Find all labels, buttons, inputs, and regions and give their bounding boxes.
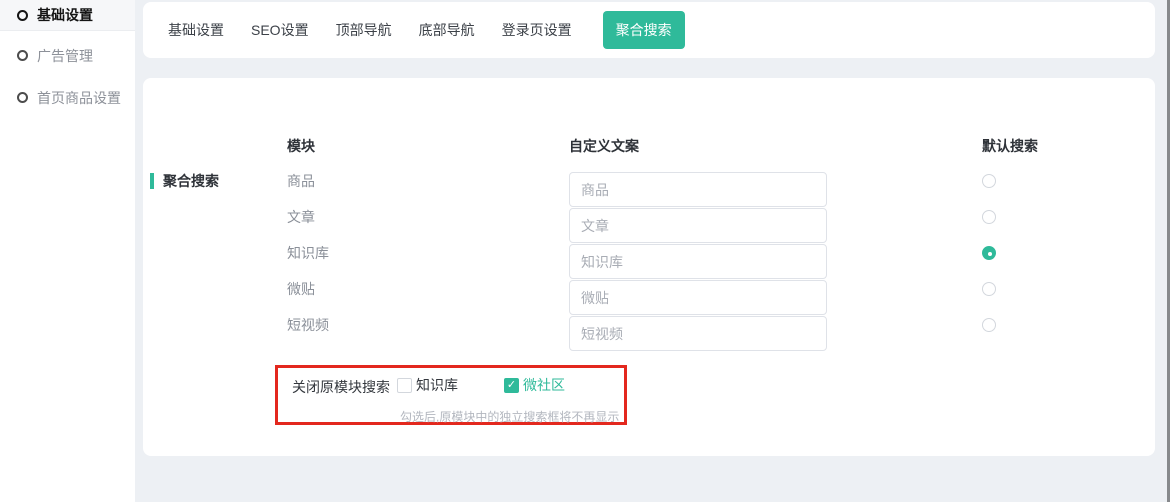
table-row: 知识库 <box>287 244 996 280</box>
checkbox-knowledge[interactable] <box>397 378 412 393</box>
tab-seo-settings[interactable]: SEO设置 <box>251 20 309 40</box>
check-icon: ✓ <box>507 380 516 391</box>
column-header-custom-text: 自定义文案 <box>569 136 827 156</box>
tab-bottom-navigation[interactable]: 底部导航 <box>419 20 475 40</box>
custom-text-input-article[interactable] <box>569 208 827 243</box>
settings-tab-bar: 基础设置 SEO设置 顶部导航 底部导航 登录页设置 聚合搜索 <box>143 2 1155 58</box>
section-title-text: 聚合搜索 <box>163 171 219 191</box>
table-row: 文章 <box>287 208 996 244</box>
module-label: 文章 <box>287 208 569 227</box>
default-search-radio-goods[interactable] <box>982 174 996 188</box>
module-rows: 商品 文章 知识库 微贴 短视频 <box>287 172 996 352</box>
sidebar-item-ad-management[interactable]: 广告管理 <box>0 40 135 71</box>
default-search-radio-article[interactable] <box>982 210 996 224</box>
default-search-radio-micropost[interactable] <box>982 282 996 296</box>
custom-text-input-shortvideo[interactable] <box>569 316 827 351</box>
checkbox-microcommunity-label[interactable]: 微社区 <box>523 375 565 395</box>
checkbox-knowledge-label[interactable]: 知识库 <box>416 375 458 395</box>
column-header-module: 模块 <box>287 136 569 156</box>
tab-basic-settings[interactable]: 基础设置 <box>168 20 224 40</box>
default-search-radio-shortvideo[interactable] <box>982 318 996 332</box>
sidebar-item-basic-settings[interactable]: 基础设置 <box>0 0 135 31</box>
tab-top-navigation[interactable]: 顶部导航 <box>336 20 392 40</box>
checkbox-microcommunity[interactable]: ✓ <box>504 378 519 393</box>
module-label: 微贴 <box>287 280 569 299</box>
circle-icon <box>17 50 28 61</box>
custom-text-input-micropost[interactable] <box>569 280 827 315</box>
custom-text-input-knowledge[interactable] <box>569 244 827 279</box>
sidebar-item-home-product-settings[interactable]: 首页商品设置 <box>0 82 135 113</box>
section-title: 聚合搜索 <box>150 171 219 191</box>
table-row: 短视频 <box>287 316 996 352</box>
sidebar-item-label: 首页商品设置 <box>37 88 121 108</box>
module-label: 商品 <box>287 172 569 191</box>
close-module-search-options: 知识库 ✓ 微社区 <box>397 375 565 395</box>
sidebar: 基础设置 广告管理 首页商品设置 <box>0 0 135 502</box>
title-accent-bar-icon <box>150 173 154 189</box>
aggregate-search-panel: 聚合搜索 模块 自定义文案 默认搜索 商品 文章 知识库 微贴 短视频 <box>143 78 1155 456</box>
column-header-default-search: 默认搜索 <box>982 136 1038 156</box>
close-module-search-label: 关闭原模块搜索 <box>292 377 390 397</box>
tab-login-page-settings[interactable]: 登录页设置 <box>502 20 572 40</box>
sidebar-item-label: 广告管理 <box>37 46 93 66</box>
table-row: 商品 <box>287 172 996 208</box>
module-label: 知识库 <box>287 244 569 263</box>
custom-text-input-goods[interactable] <box>569 172 827 207</box>
circle-icon <box>17 10 28 21</box>
table-row: 微贴 <box>287 280 996 316</box>
default-search-radio-knowledge[interactable] <box>982 246 996 260</box>
table-header-row: 模块 自定义文案 默认搜索 <box>287 136 1038 156</box>
circle-icon <box>17 92 28 103</box>
sidebar-item-label: 基础设置 <box>37 5 93 25</box>
close-module-search-hint: 勾选后,原模块中的独立搜索框将不再显示 <box>400 408 619 425</box>
module-label: 短视频 <box>287 316 569 335</box>
tab-aggregate-search[interactable]: 聚合搜索 <box>603 11 685 49</box>
